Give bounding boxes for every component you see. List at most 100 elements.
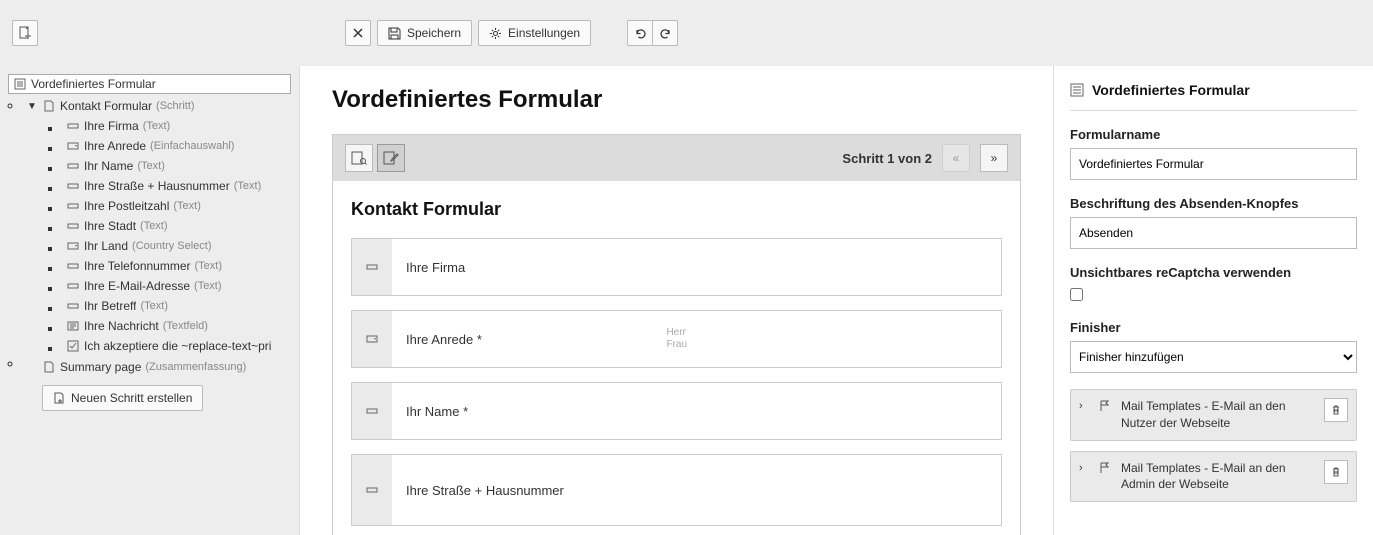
tree-step[interactable]: ▼ Kontakt Formular (Schritt) <box>22 96 295 116</box>
new-page-button[interactable] <box>12 20 38 46</box>
undo-icon <box>634 27 647 40</box>
undo-button[interactable] <box>627 20 653 46</box>
tree-field[interactable]: Ihr Name (Text) <box>62 156 295 176</box>
tree-field[interactable]: Ihre Nachricht (Textfeld) <box>62 316 295 336</box>
step-prev[interactable]: « <box>942 144 970 172</box>
tree-field[interactable]: Ihre Stadt (Text) <box>62 216 295 236</box>
finisher-label-text: Mail Templates - E-Mail an den Admin der… <box>1121 460 1316 494</box>
sidebar: Vordefiniertes Formular ▼ Kontakt Formul… <box>0 66 300 535</box>
tree-root[interactable]: Vordefiniertes Formular <box>8 74 291 94</box>
field-icon <box>66 319 80 333</box>
field-icon <box>66 259 80 273</box>
expander-icon: ▼ <box>26 101 38 112</box>
canvas-field[interactable]: Ihr Name * <box>351 382 1002 440</box>
tree-field[interactable]: Ihr Betreff (Text) <box>62 296 295 316</box>
drag-handle-icon[interactable] <box>352 311 392 367</box>
chevron-right-icon: › <box>1079 460 1091 474</box>
tree-root-label: Vordefiniertes Formular <box>31 77 156 91</box>
save-button[interactable]: Speichern <box>377 20 472 46</box>
tree-field[interactable]: Ihr Land (Country Select) <box>62 236 295 256</box>
finisher-select[interactable]: Finisher hinzufügen <box>1070 341 1357 373</box>
page-icon <box>42 99 56 113</box>
field-options: HerrFrau <box>666 327 987 351</box>
tree-field-label: Ich akzeptiere die ~replace-text~pri <box>84 339 271 353</box>
save-label: Speichern <box>407 26 461 40</box>
drag-handle-icon[interactable] <box>352 239 392 295</box>
tree-field[interactable]: Ich akzeptiere die ~replace-text~pri <box>62 336 295 356</box>
finisher-item[interactable]: › Mail Templates - E-Mail an den Admin d… <box>1070 451 1357 503</box>
redo-icon <box>659 27 672 40</box>
tree-field-type: (Text) <box>140 220 168 232</box>
save-icon <box>388 27 401 40</box>
tree-field-label: Ihre Nachricht <box>84 319 159 333</box>
delete-finisher-button[interactable] <box>1324 460 1348 484</box>
tree-field[interactable]: Ihre Anrede (Einfachauswahl) <box>62 136 295 156</box>
field-icon <box>66 239 80 253</box>
field-icon <box>66 139 80 153</box>
submit-label-input[interactable] <box>1070 217 1357 249</box>
chevron-right-icon: › <box>1079 398 1091 412</box>
field-icon <box>66 179 80 193</box>
step-next[interactable]: » <box>980 144 1008 172</box>
tree-field-label: Ihr Land <box>84 239 128 253</box>
canvas-field[interactable]: Ihre Firma <box>351 238 1002 296</box>
canvas-field[interactable]: Ihre Straße + Hausnummer <box>351 454 1002 526</box>
tree-field-label: Ihr Name <box>84 159 133 173</box>
inspector-title: Vordefiniertes Formular <box>1092 82 1250 98</box>
flag-icon <box>1099 460 1113 474</box>
tree-field-type: (Text) <box>140 300 168 312</box>
settings-label: Einstellungen <box>508 26 580 40</box>
canvas-field-label: Ihre Anrede * <box>406 332 482 347</box>
form-name-input[interactable] <box>1070 148 1357 180</box>
tree-field-label: Ihre Anrede <box>84 139 146 153</box>
field-icon <box>66 339 80 353</box>
tree-field-label: Ihre Telefonnummer <box>84 259 191 273</box>
field-icon <box>66 199 80 213</box>
tree-field[interactable]: Ihre Straße + Hausnummer (Text) <box>62 176 295 196</box>
canvas-field[interactable]: Ihre Anrede * HerrFrau <box>351 310 1002 368</box>
tree-field-type: (Text) <box>137 160 165 172</box>
form-icon <box>1070 83 1084 97</box>
page-icon <box>42 360 56 374</box>
new-step-button[interactable]: Neuen Schritt erstellen <box>42 385 203 411</box>
tree-summary-label: Summary page <box>60 360 141 374</box>
tree-field[interactable]: Ihre Telefonnummer (Text) <box>62 256 295 276</box>
tree-field-label: Ihre Straße + Hausnummer <box>84 179 230 193</box>
delete-finisher-button[interactable] <box>1324 398 1348 422</box>
tree-field[interactable]: Ihre Firma (Text) <box>62 116 295 136</box>
inspector: Vordefiniertes Formular Formularname Bes… <box>1053 66 1373 535</box>
step-indicator: Schritt 1 von 2 <box>842 151 932 166</box>
finisher-label: Finisher <box>1070 320 1357 335</box>
close-button[interactable] <box>345 20 371 46</box>
toolbar: Speichern Einstellungen <box>0 0 1373 66</box>
drag-handle-icon[interactable] <box>352 455 392 525</box>
tree-step-label: Kontakt Formular <box>60 99 152 113</box>
tree-field[interactable]: Ihre Postleitzahl (Text) <box>62 196 295 216</box>
form-name-label: Formularname <box>1070 127 1357 142</box>
settings-button[interactable]: Einstellungen <box>478 20 591 46</box>
tree-field-type: (Text) <box>143 120 171 132</box>
tree-step-type: (Schritt) <box>156 100 195 112</box>
view-mode-preview[interactable] <box>345 144 373 172</box>
canvas-title: Vordefiniertes Formular <box>332 86 1021 114</box>
redo-button[interactable] <box>652 20 678 46</box>
form-icon <box>13 77 27 91</box>
recaptcha-checkbox[interactable] <box>1070 288 1083 301</box>
stage-step-title: Kontakt Formular <box>351 199 1002 220</box>
canvas: Vordefiniertes Formular Schritt 1 von 2 … <box>300 66 1053 535</box>
finisher-item[interactable]: › Mail Templates - E-Mail an den Nutzer … <box>1070 389 1357 441</box>
tree-field[interactable]: Ihre E-Mail-Adresse (Text) <box>62 276 295 296</box>
recaptcha-label: Unsichtbares reCaptcha verwenden <box>1070 265 1357 280</box>
drag-handle-icon[interactable] <box>352 383 392 439</box>
tree-summary-type: (Zusammenfassung) <box>145 361 246 373</box>
close-icon <box>352 27 364 39</box>
preview-icon <box>351 151 367 165</box>
tree-field-label: Ihre Postleitzahl <box>84 199 169 213</box>
view-mode-edit[interactable] <box>377 144 405 172</box>
trash-icon <box>1330 404 1342 416</box>
page-add-icon <box>53 392 65 404</box>
trash-icon <box>1330 466 1342 478</box>
canvas-field-label: Ihr Name * <box>406 404 468 419</box>
tree-field-type: (Text) <box>173 200 201 212</box>
tree-summary[interactable]: Summary page (Zusammenfassung) <box>22 357 295 377</box>
